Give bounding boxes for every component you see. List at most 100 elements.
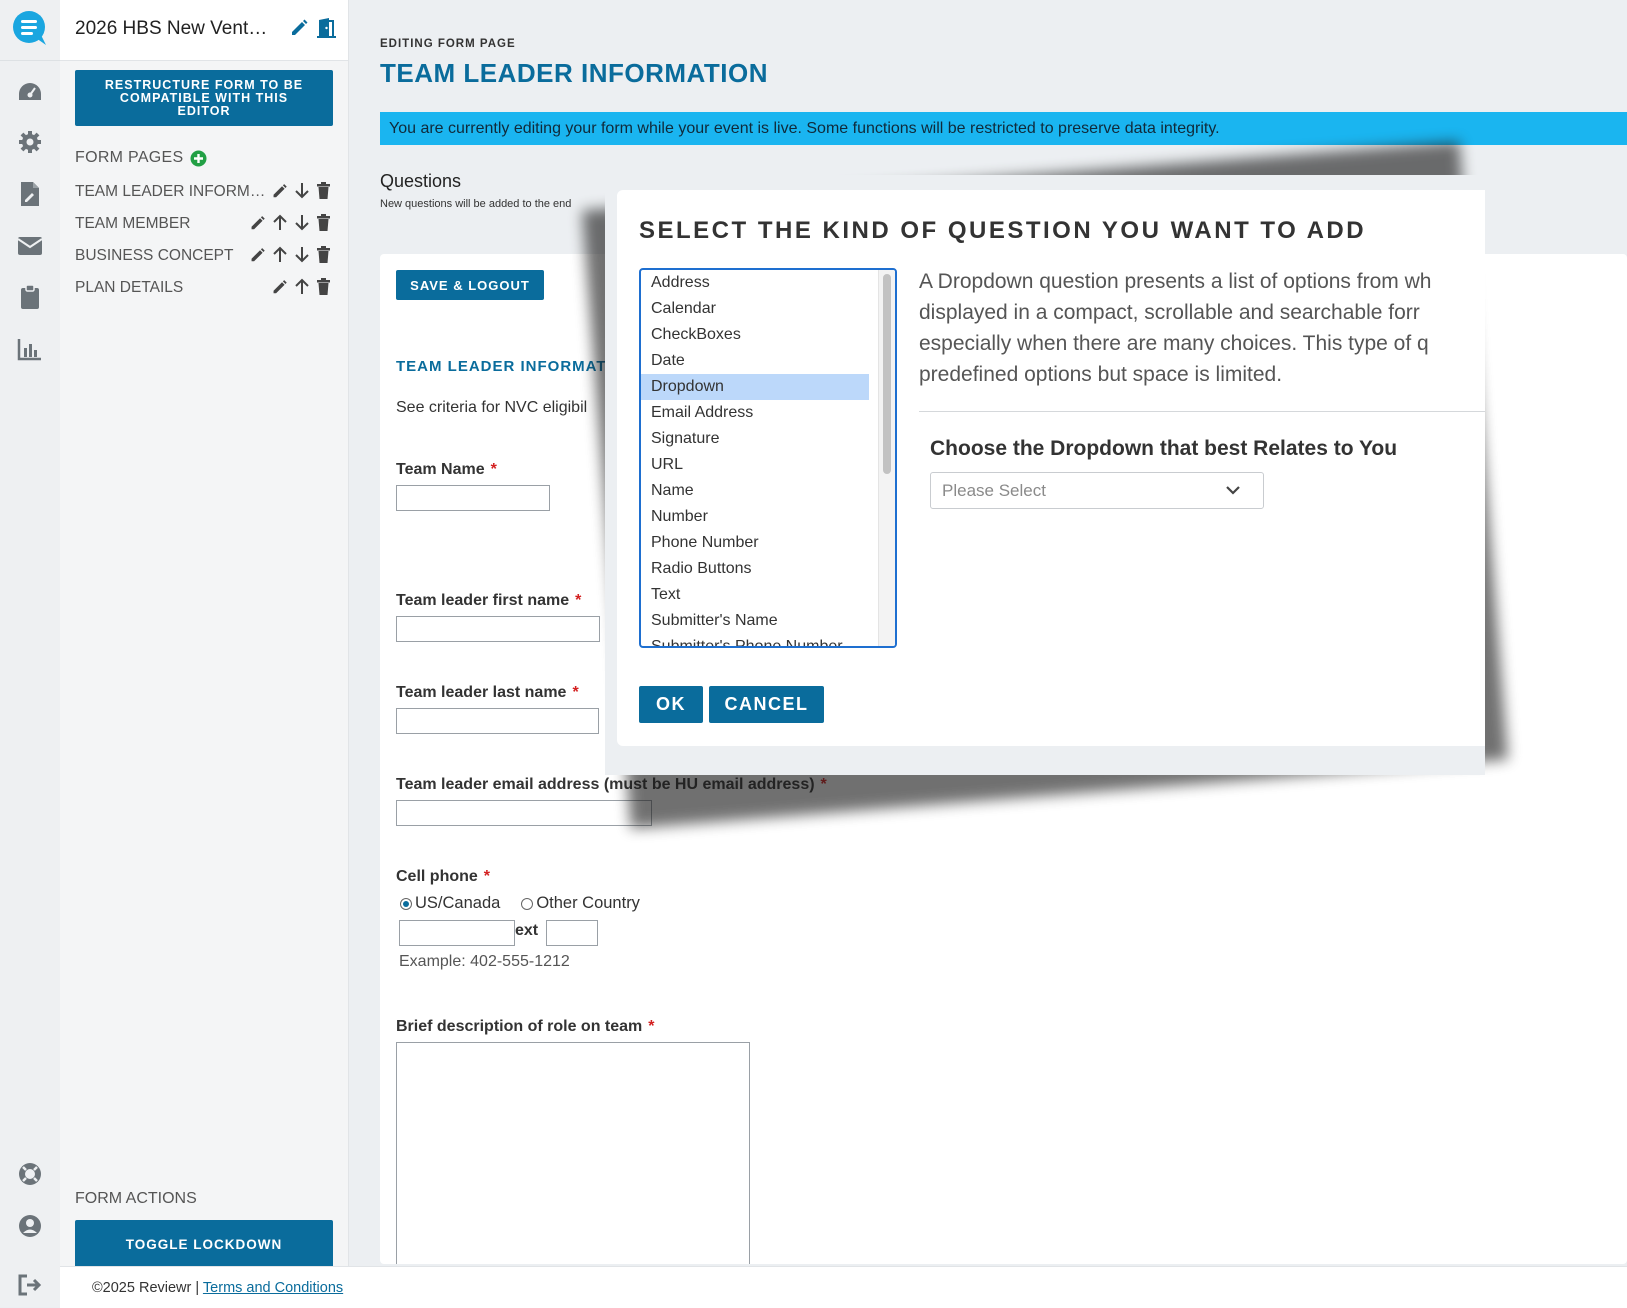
option-email-address[interactable]: Email Address (641, 400, 869, 426)
exit-form-door-icon[interactable] (315, 17, 337, 44)
add-question-modal: SELECT THE KIND OF QUESTION YOU WANT TO … (617, 190, 1485, 746)
option-phone-number[interactable]: Phone Number (641, 530, 869, 556)
required-marker: * (575, 592, 582, 609)
document-edit-icon[interactable] (16, 180, 44, 208)
sidebar-header: 2026 HBS New Venture Competition (60, 0, 348, 61)
option-signature[interactable]: Signature (641, 426, 869, 452)
option-name[interactable]: Name (641, 478, 869, 504)
form-pages-label: FORM PAGES (75, 149, 184, 166)
option-checkboxes[interactable]: CheckBoxes (641, 322, 869, 348)
trash-icon[interactable] (316, 214, 331, 231)
save-logout-button[interactable]: SAVE & LOGOUT (396, 270, 544, 300)
form-page-item-team-leader-information[interactable]: TEAM LEADER INFORMATION (75, 180, 337, 206)
questions-label: Questions (380, 171, 462, 191)
preview-divider (919, 411, 1485, 412)
form-page-item-team-member[interactable]: TEAM MEMBER (75, 212, 337, 238)
toggle-lockdown-button[interactable]: TOGGLE LOCKDOWN (75, 1220, 333, 1268)
last-name-label: Team leader last name * (396, 684, 579, 701)
rail-divider (0, 60, 60, 61)
modal-title: SELECT THE KIND OF QUESTION YOU WANT TO … (639, 217, 1367, 244)
option-date[interactable]: Date (641, 348, 869, 374)
required-marker: * (572, 684, 579, 701)
phone-ext-input[interactable] (546, 920, 598, 946)
help-lifebuoy-icon[interactable] (16, 1160, 44, 1188)
arrow-up-icon[interactable] (272, 246, 288, 263)
option-submitters-name[interactable]: Submitter's Name (641, 608, 869, 634)
modal-overlay: SELECT THE KIND OF QUESTION YOU WANT TO … (605, 175, 1485, 775)
trash-icon[interactable] (316, 278, 331, 295)
form-page-name: PLAN DETAILS (75, 279, 184, 296)
trash-icon[interactable] (316, 246, 331, 263)
ok-button[interactable]: OK (639, 686, 703, 723)
arrow-down-icon[interactable] (294, 214, 310, 231)
form-sidebar: 2026 HBS New Venture Competition RESTRUC… (60, 0, 349, 1307)
email-input[interactable] (396, 800, 652, 826)
page-title: TEAM LEADER INFORMATION (380, 58, 768, 88)
settings-gear-icon[interactable] (16, 128, 44, 156)
pencil-icon[interactable] (271, 278, 288, 295)
form-page-name: BUSINESS CONCEPT (75, 247, 234, 264)
pencil-icon[interactable] (249, 214, 266, 231)
form-actions-label: FORM ACTIONS (75, 1190, 197, 1207)
arrow-up-icon[interactable] (272, 214, 288, 231)
icon-rail (0, 0, 61, 1307)
required-marker: * (483, 868, 491, 885)
required-marker: * (490, 461, 497, 478)
terms-link[interactable]: Terms and Conditions (203, 1280, 343, 1296)
option-number[interactable]: Number (641, 504, 869, 530)
edit-title-pencil-icon[interactable] (289, 17, 309, 42)
description-line: A Dropdown question presents a list of o… (919, 270, 1432, 293)
arrow-up-icon[interactable] (294, 278, 310, 295)
footer-text: ©2025 Reviewr | Terms and Conditions (92, 1280, 343, 1296)
copyright: ©2025 Reviewr | (92, 1280, 200, 1296)
question-type-list[interactable]: Address Calendar CheckBoxes Date Dropdow… (639, 268, 897, 648)
cancel-button[interactable]: CANCEL (709, 686, 824, 723)
clipboard-icon[interactable] (16, 283, 44, 311)
description-line: displayed in a compact, scrollable and s… (919, 301, 1420, 324)
restructure-form-button[interactable]: RESTRUCTURE FORM TO BE COMPATIBLE WITH T… (75, 70, 333, 126)
form-page-item-business-concept[interactable]: BUSINESS CONCEPT (75, 244, 337, 270)
pencil-icon[interactable] (249, 246, 266, 263)
preview-dropdown-select[interactable]: Please Select (930, 472, 1264, 509)
chevron-down-icon (1226, 486, 1240, 495)
user-account-icon[interactable] (16, 1212, 44, 1240)
bar-chart-icon[interactable] (16, 335, 44, 363)
first-name-input[interactable] (396, 616, 600, 642)
reviewr-logo-icon[interactable] (10, 8, 50, 48)
mail-icon[interactable] (16, 232, 44, 260)
form-page-name: TEAM LEADER INFORMATION (75, 183, 267, 200)
footer: ©2025 Reviewr | Terms and Conditions (60, 1266, 1627, 1308)
option-url[interactable]: URL (641, 452, 869, 478)
option-calendar[interactable]: Calendar (641, 296, 869, 322)
option-text[interactable]: Text (641, 582, 869, 608)
team-name-label: Team Name * (396, 461, 497, 478)
phone-region-radios: US/Canada Other Country (400, 894, 640, 913)
us-canada-radio[interactable] (400, 897, 412, 910)
last-name-input[interactable] (396, 708, 599, 734)
option-dropdown[interactable]: Dropdown (641, 374, 869, 400)
dashboard-icon[interactable] (16, 78, 44, 106)
add-page-plus-icon[interactable] (190, 150, 207, 167)
arrow-down-icon[interactable] (294, 246, 310, 263)
option-submitters-phone-number[interactable]: Submitter's Phone Number (641, 634, 869, 646)
logout-icon[interactable] (16, 1271, 44, 1299)
us-canada-label: US/Canada (415, 894, 501, 912)
trash-icon[interactable] (316, 182, 331, 199)
pencil-icon[interactable] (271, 182, 288, 199)
other-country-radio[interactable] (521, 897, 534, 910)
section-title: TEAM LEADER INFORMAT (396, 358, 607, 375)
list-scrollbar-thumb[interactable] (883, 274, 891, 474)
option-address[interactable]: Address (641, 270, 869, 296)
arrow-down-icon[interactable] (294, 182, 310, 199)
description-line: especially when there are many choices. … (919, 332, 1429, 355)
role-description-textarea[interactable] (396, 1042, 750, 1264)
phone-number-input[interactable] (399, 920, 515, 946)
form-page-item-plan-details[interactable]: PLAN DETAILS (75, 276, 337, 302)
live-event-banner: You are currently editing your form whil… (380, 112, 1627, 145)
description-line: predefined options but space is limited. (919, 363, 1283, 386)
role-description-label: Brief description of role on team * (396, 1018, 655, 1035)
phone-example: Example: 402-555-1212 (399, 953, 570, 970)
team-name-input[interactable] (396, 485, 550, 511)
required-marker: * (648, 1018, 655, 1035)
option-radio-buttons[interactable]: Radio Buttons (641, 556, 869, 582)
